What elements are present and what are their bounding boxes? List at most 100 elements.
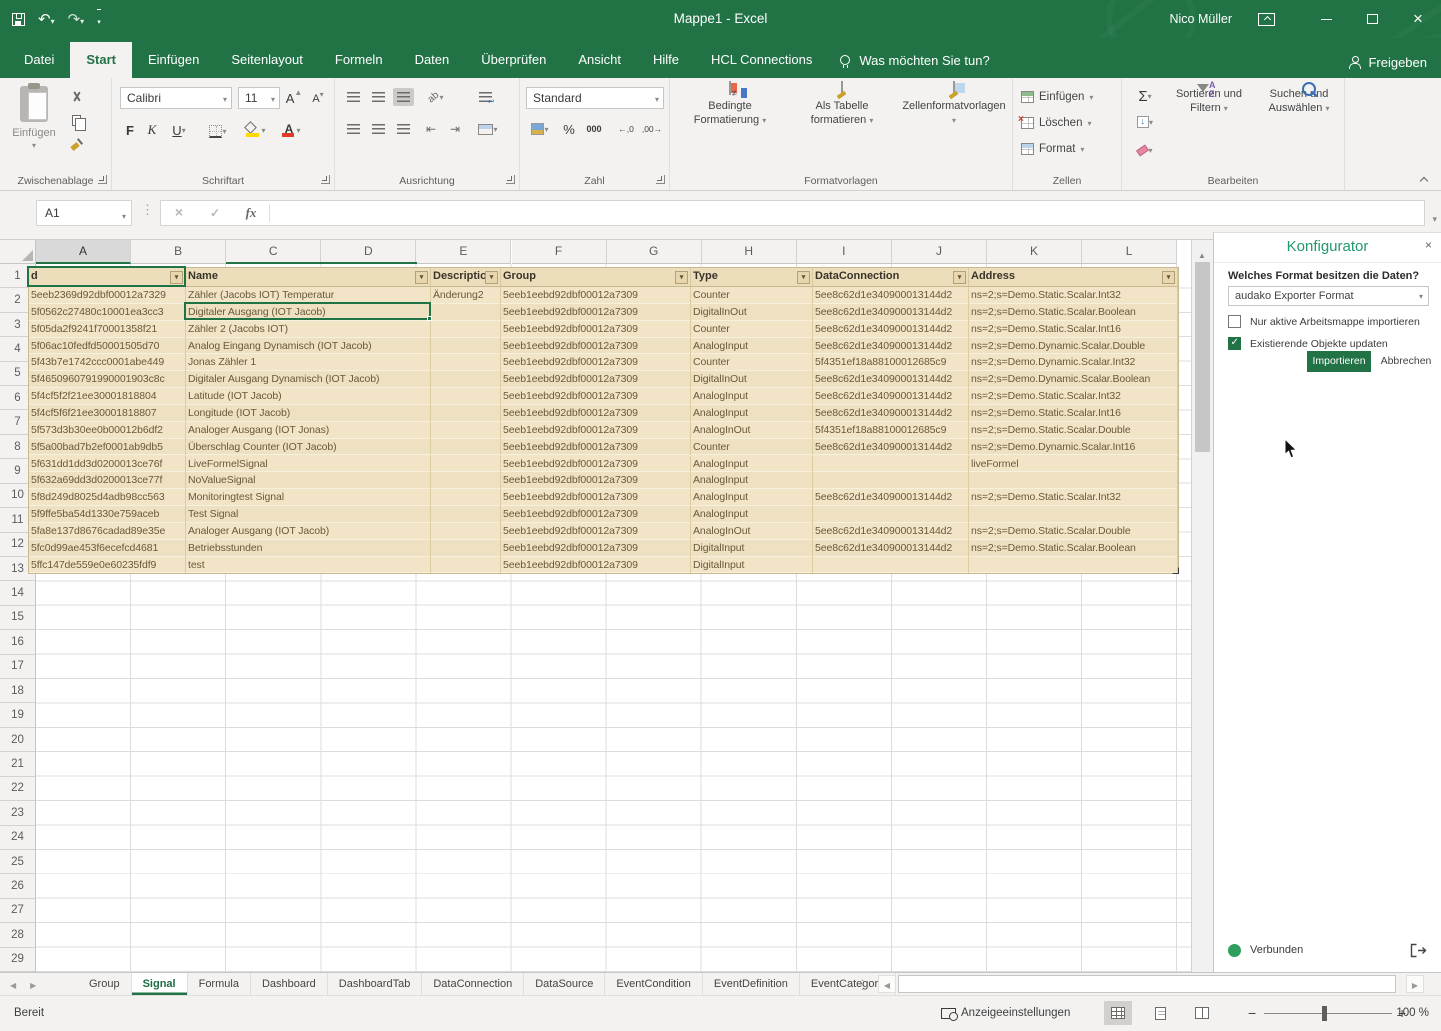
table-cell[interactable]: 5f632a69dd3d0200013ce77f [29, 472, 186, 489]
table-cell[interactable]: DigitalInput [691, 540, 813, 557]
table-cell[interactable] [431, 371, 501, 388]
table-cell[interactable]: DigitalInOut [691, 304, 813, 321]
previous-sheet-icon[interactable] [10, 975, 16, 993]
table-cell[interactable] [813, 472, 969, 489]
table-cell[interactable]: 5eeb1eebd92dbf00012a7309 [501, 456, 691, 473]
filter-button[interactable]: ▾ [170, 271, 183, 284]
font-color-button[interactable]: A [276, 119, 306, 141]
table-cell[interactable]: 5f5a00bad7b2ef0001ab9db5 [29, 439, 186, 456]
cancel-entry-button[interactable] [161, 204, 197, 222]
table-cell[interactable]: AnalogInput [691, 489, 813, 506]
scroll-up-icon[interactable] [1198, 245, 1206, 263]
table-cell[interactable]: 5eeb1eebd92dbf00012a7309 [501, 321, 691, 338]
zoom-level-label[interactable]: 100 % [1396, 996, 1429, 1030]
close-button[interactable] [1395, 0, 1441, 38]
table-cell[interactable]: 5f43b7e1742ccc0001abe449 [29, 354, 186, 371]
sheet-tab-signal[interactable]: Signal [132, 973, 188, 995]
table-cell[interactable]: Überschlag Counter (IOT Jacob) [186, 439, 431, 456]
logout-icon[interactable] [1410, 943, 1427, 958]
paste-button[interactable]: Einfügen [6, 82, 62, 174]
table-cell[interactable]: AnalogInput [691, 456, 813, 473]
normal-view-button[interactable] [1104, 1001, 1132, 1025]
table-cell[interactable]: 5ee8c62d1e340900013144d2 [813, 439, 969, 456]
sheet-tab-formula[interactable]: Formula [188, 973, 251, 995]
comma-style-button[interactable]: 000 [582, 119, 606, 139]
table-cell[interactable] [969, 557, 1178, 574]
copy-button[interactable] [66, 111, 92, 129]
row-header-15[interactable]: 15 [0, 606, 36, 630]
increase-decimal-button[interactable]: ←,0 [614, 119, 638, 139]
filter-button[interactable]: ▾ [675, 271, 688, 284]
table-cell[interactable]: AnalogInput [691, 405, 813, 422]
table-cell[interactable]: ns=2;s=Demo.Static.Scalar.Boolean [969, 304, 1178, 321]
table-cell[interactable] [969, 506, 1178, 523]
row-header-22[interactable]: 22 [0, 777, 36, 801]
scroll-right-button[interactable] [1406, 975, 1424, 993]
table-cell[interactable] [431, 354, 501, 371]
table-cell[interactable]: 5f06ac10fedfd50001505d70 [29, 338, 186, 355]
filter-button[interactable]: ▾ [485, 271, 498, 284]
table-cell[interactable]: Jonas Zähler 1 [186, 354, 431, 371]
filter-button[interactable]: ▾ [953, 271, 966, 284]
underline-button[interactable]: U [166, 120, 192, 140]
table-cell[interactable]: 5eeb1eebd92dbf00012a7309 [501, 472, 691, 489]
table-cell[interactable]: liveFormel [969, 456, 1178, 473]
table-cell[interactable]: 5eeb1eebd92dbf00012a7309 [501, 354, 691, 371]
table-cell[interactable]: 5ee8c62d1e340900013144d2 [813, 321, 969, 338]
table-cell[interactable]: 5eeb1eebd92dbf00012a7309 [501, 523, 691, 540]
table-cell[interactable]: 5eeb1eebd92dbf00012a7309 [501, 489, 691, 506]
table-cell[interactable]: 5f9ffe5ba54d1330e759aceb [29, 506, 186, 523]
align-bottom-button[interactable] [393, 88, 414, 106]
table-cell[interactable]: ns=2;s=Demo.Static.Scalar.Boolean [969, 540, 1178, 557]
number-format-select[interactable]: Standard [526, 87, 664, 109]
table-cell[interactable]: 5ee8c62d1e340900013144d2 [813, 304, 969, 321]
align-middle-button[interactable] [368, 88, 389, 106]
table-cell[interactable] [431, 338, 501, 355]
horizontal-scroll-thumb[interactable] [898, 975, 1396, 993]
table-cell[interactable]: 5f4cf5f2f21ee30001818804 [29, 388, 186, 405]
table-cell[interactable]: 5fc0d99ae453f6ecefcd4681 [29, 540, 186, 557]
pane-close-button[interactable] [1425, 238, 1432, 252]
table-cell[interactable]: Zähler (Jacobs IOT) Temperatur [186, 287, 431, 304]
table-cell[interactable] [431, 304, 501, 321]
sheet-tab-eventdefinition[interactable]: EventDefinition [703, 973, 800, 995]
table-cell[interactable]: 5f0562c27480c10001ea3cc3 [29, 304, 186, 321]
collapse-ribbon-button[interactable] [1420, 175, 1429, 184]
align-left-button[interactable] [343, 120, 364, 138]
table-cell[interactable]: ns=2;s=Demo.Static.Scalar.Double [969, 422, 1178, 439]
table-cell[interactable]: Counter [691, 439, 813, 456]
format-select[interactable]: audako Exporter Format [1228, 286, 1429, 306]
row-header-14[interactable]: 14 [0, 581, 36, 605]
table-cell[interactable]: 5f573d3b30ee0b00012b6df2 [29, 422, 186, 439]
format-painter-button[interactable] [66, 135, 86, 153]
table-cell[interactable]: Counter [691, 354, 813, 371]
row-header-28[interactable]: 28 [0, 923, 36, 947]
ribbon-tab-hilfe[interactable]: Hilfe [637, 42, 695, 78]
ribbon-tab-seitenlayout[interactable]: Seitenlayout [215, 42, 319, 78]
table-cell[interactable]: 5eeb1eebd92dbf00012a7309 [501, 506, 691, 523]
table-cell[interactable]: 5ee8c62d1e340900013144d2 [813, 523, 969, 540]
table-cell[interactable] [431, 472, 501, 489]
table-cell[interactable]: test [186, 557, 431, 574]
column-header-I[interactable]: I [797, 240, 892, 264]
cut-button[interactable] [66, 88, 86, 106]
row-header-25[interactable]: 25 [0, 850, 36, 874]
table-cell[interactable]: 5ee8c62d1e340900013144d2 [813, 405, 969, 422]
table-cell[interactable]: 5f8d249d8025d4adb98cc563 [29, 489, 186, 506]
increase-indent-button[interactable] [445, 120, 465, 138]
table-cell[interactable]: AnalogInOut [691, 422, 813, 439]
table-cell[interactable] [431, 557, 501, 574]
ribbon-tab-datei[interactable]: Datei [8, 42, 70, 78]
filter-button[interactable]: ▾ [797, 271, 810, 284]
dialog-launcher-icon[interactable] [98, 175, 107, 184]
table-cell[interactable]: Test Signal [186, 506, 431, 523]
table-cell[interactable]: 5ee8c62d1e340900013144d2 [813, 371, 969, 388]
table-cell[interactable]: ns=2;s=Demo.Dynamic.Scalar.Int32 [969, 354, 1178, 371]
table-cell[interactable] [431, 405, 501, 422]
ribbon-tab-einfügen[interactable]: Einfügen [132, 42, 215, 78]
format-as-table-button[interactable]: Als Tabelle formatieren [790, 82, 894, 182]
table-cell[interactable]: ns=2;s=Demo.Static.Scalar.Int32 [969, 489, 1178, 506]
table-cell[interactable] [431, 523, 501, 540]
table-cell[interactable]: ns=2;s=Demo.Static.Scalar.Int16 [969, 321, 1178, 338]
table-cell[interactable]: 5f4351ef18a88100012685c9 [813, 354, 969, 371]
